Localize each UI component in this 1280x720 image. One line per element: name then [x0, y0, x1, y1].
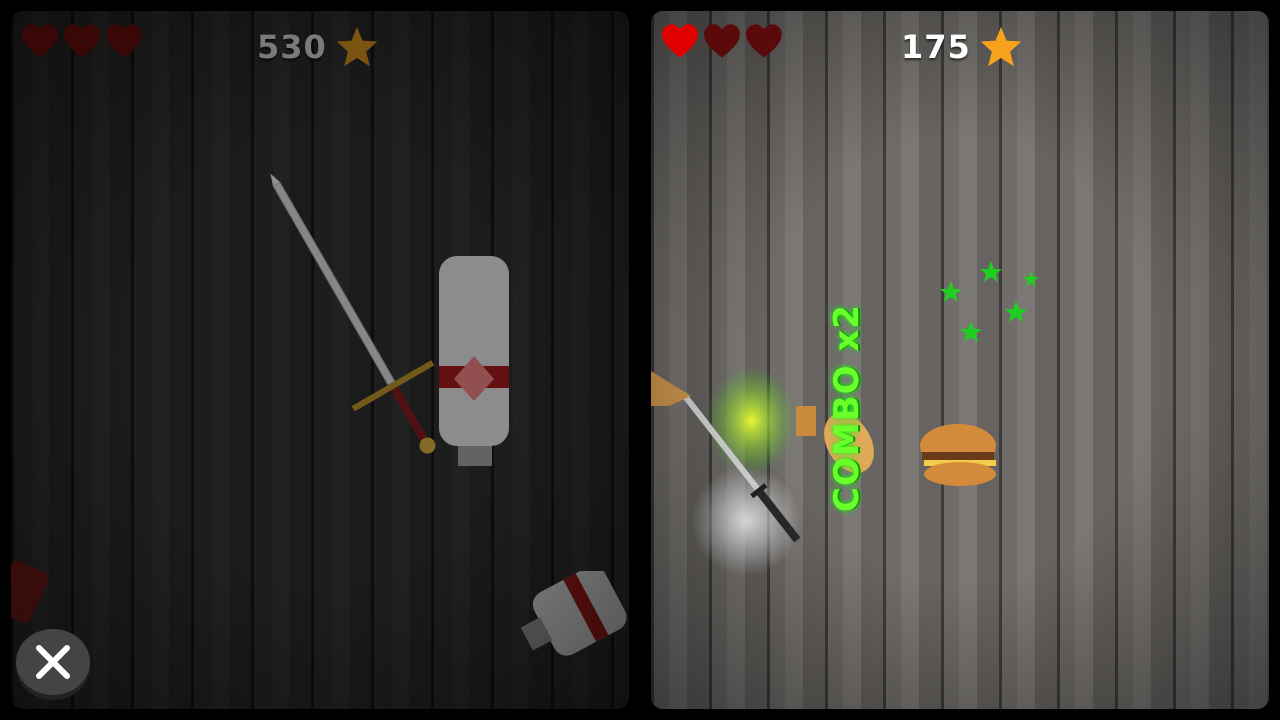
close-button[interactable] [16, 629, 90, 695]
burger-object[interactable] [916, 416, 1006, 496]
right-game-panel: 175 [651, 11, 1269, 709]
close-icon [36, 645, 70, 679]
heart-icon [704, 24, 740, 58]
score-value: 530 [257, 28, 327, 66]
combo-text: COMBO x2 [826, 304, 867, 512]
green-stars-burst [940, 261, 1039, 342]
star-icon [336, 26, 377, 67]
score-display: 175 [901, 25, 1023, 69]
lives-indicator [661, 23, 783, 59]
score-display: 530 [257, 25, 379, 69]
left-game-panel: 530 [11, 11, 629, 709]
heart-icon [64, 24, 100, 58]
dim-overlay [11, 11, 629, 709]
heart-icon [22, 24, 58, 58]
heart-icon [746, 24, 782, 58]
star-icon [980, 26, 1021, 67]
heart-icon [662, 24, 698, 58]
score-value: 175 [901, 28, 971, 66]
lives-indicator [21, 23, 143, 59]
heart-icon [106, 24, 142, 58]
